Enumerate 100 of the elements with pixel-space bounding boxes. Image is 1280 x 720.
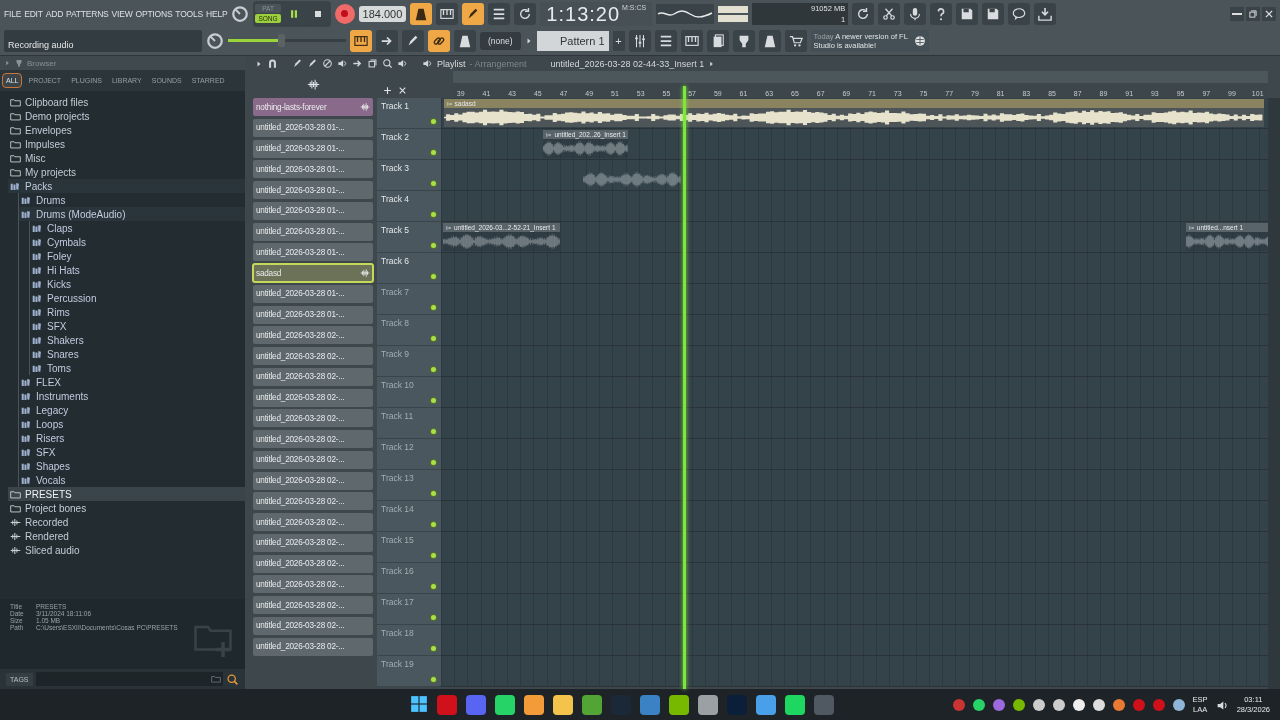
plugin-button[interactable] — [732, 29, 755, 52]
track-led[interactable] — [431, 677, 436, 682]
menu-item[interactable]: PATTERNS — [66, 8, 109, 19]
clip-source[interactable]: untitled_2026-03-28 02-... — [253, 471, 373, 490]
channel-filter-dropdown[interactable]: (none) — [480, 31, 521, 50]
browser-item[interactable]: FLEX — [19, 375, 245, 389]
clip-source[interactable]: untitled_2026-03-28 02-... — [253, 367, 373, 386]
playlist-context[interactable]: untitled_2026-03-28 02-44-33_Insert 1 — [550, 58, 705, 69]
pitch-button[interactable] — [410, 2, 433, 25]
browser-item[interactable]: Drums (ModeAudio) — [19, 207, 245, 221]
track-led[interactable] — [431, 181, 436, 186]
track-header[interactable]: Track 15 — [377, 532, 441, 563]
track-header[interactable]: Track 9 — [377, 346, 441, 377]
tray-icon[interactable] — [1092, 699, 1105, 711]
tempo-display[interactable]: 184.000 — [358, 5, 407, 22]
app-icon[interactable] — [524, 695, 544, 715]
store-button[interactable] — [784, 29, 807, 52]
browser-item[interactable]: Clipboard files — [8, 95, 245, 109]
menu-item[interactable]: OPTIONS — [135, 8, 173, 19]
piano-roll-button[interactable] — [680, 29, 703, 52]
app-icon[interactable] — [582, 695, 602, 715]
browser-item[interactable]: Legacy — [19, 403, 245, 417]
track-header[interactable]: Track 17 — [377, 594, 441, 625]
track-header[interactable]: Track 14 — [377, 501, 441, 532]
app-icon[interactable] — [437, 695, 457, 715]
track-led[interactable] — [431, 553, 436, 558]
track-header[interactable]: Track 2 — [377, 129, 441, 160]
track-header[interactable]: Track 12 — [377, 439, 441, 470]
track-header[interactable]: Track 13 — [377, 470, 441, 501]
browser-item[interactable]: Loops — [19, 417, 245, 431]
track-led[interactable] — [431, 615, 436, 620]
app-icon[interactable] — [466, 695, 486, 715]
close-button[interactable] — [1262, 6, 1276, 21]
clip-source[interactable]: untitled_2026-03-28 02-... — [253, 492, 373, 511]
add-pattern-button[interactable]: + — [612, 30, 625, 51]
app-icon[interactable] — [698, 695, 718, 715]
app-icon[interactable] — [640, 695, 660, 715]
menu-item[interactable]: HELP — [206, 8, 228, 19]
clip-source[interactable]: untitled_2026-03-28 02-... — [253, 575, 373, 594]
cut-button[interactable] — [878, 2, 901, 25]
clip-source[interactable]: untitled_2026-03-28 02-... — [253, 450, 373, 469]
clip-source[interactable]: sadasd — [253, 264, 373, 282]
record-button[interactable] — [334, 3, 355, 24]
browser-item[interactable]: SFX — [30, 319, 245, 333]
track-led[interactable] — [431, 212, 436, 217]
menu-item[interactable]: FILE — [4, 8, 22, 19]
clip-source[interactable]: untitled_2026-03-28 01-... — [253, 160, 373, 179]
track-led[interactable] — [431, 429, 436, 434]
track-led[interactable] — [431, 522, 436, 527]
pattern-selector[interactable]: Pattern 1 — [536, 30, 609, 51]
clip-source[interactable]: untitled_2026-03-28 01-... — [253, 305, 373, 324]
clip-source[interactable]: untitled_2026-03-28 02-... — [253, 347, 373, 365]
clip-source[interactable]: untitled_2026-03-28 02-... — [253, 554, 373, 573]
track-header[interactable]: Track 8 — [377, 315, 441, 346]
browser-item[interactable]: Risers — [19, 431, 245, 445]
menu-item[interactable]: ADD — [45, 8, 64, 19]
volume-thumb[interactable] — [278, 34, 286, 47]
help-button[interactable] — [930, 2, 953, 25]
minimize-button[interactable] — [1230, 6, 1244, 21]
clip-source[interactable]: untitled_2026-03-28 01-... — [253, 118, 373, 137]
loop-button[interactable] — [514, 2, 537, 25]
browser-item[interactable]: Foley — [30, 249, 245, 263]
tags-field[interactable] — [35, 672, 223, 686]
app-icon[interactable] — [553, 695, 573, 715]
track-led[interactable] — [431, 398, 436, 403]
clip-source[interactable]: untitled_2026-03-28 02-... — [253, 513, 373, 531]
scrollbar[interactable] — [1268, 98, 1280, 689]
draw-button[interactable] — [402, 29, 424, 52]
download-button[interactable] — [1034, 2, 1057, 25]
app-icon[interactable] — [495, 695, 515, 715]
tray-icon[interactable] — [972, 699, 985, 711]
track-led[interactable] — [431, 367, 436, 372]
wait-button[interactable] — [436, 2, 459, 25]
track-led[interactable] — [431, 243, 436, 248]
browser-item[interactable]: Sliced audio — [8, 543, 245, 557]
browser-item[interactable]: Project bones — [8, 501, 245, 515]
render-button[interactable] — [982, 2, 1005, 25]
track-header[interactable]: Track 6 — [377, 253, 441, 284]
track-header[interactable]: Track 3 — [377, 160, 441, 191]
chat-button[interactable] — [1008, 2, 1031, 25]
save-button[interactable] — [956, 2, 979, 25]
tray-icon[interactable] — [1072, 699, 1085, 711]
browser-item[interactable]: Rendered — [8, 529, 245, 543]
track-header[interactable]: Track 1 — [377, 98, 441, 129]
app-icon[interactable] — [669, 695, 689, 715]
tray-icon[interactable] — [1052, 699, 1065, 711]
clip-source[interactable]: nothing-lasts-forever — [253, 98, 373, 116]
tray-icon[interactable] — [1012, 699, 1025, 711]
browser-item[interactable]: Demo projects — [8, 109, 245, 123]
app-icon[interactable] — [756, 695, 776, 715]
track-led[interactable] — [431, 150, 436, 155]
browser-item[interactable]: My projects — [8, 165, 245, 179]
track-header[interactable]: Track 19 — [377, 656, 441, 687]
track-led[interactable] — [431, 336, 436, 341]
clip-source[interactable]: untitled_2026-03-28 01-... — [253, 222, 373, 241]
browser-item[interactable]: Shapes — [19, 459, 245, 473]
browser-item[interactable]: Claps — [30, 221, 245, 235]
metronome-button[interactable] — [454, 29, 476, 52]
browser-item[interactable]: Packs — [8, 179, 245, 193]
clip-source[interactable]: untitled_2026-03-28 02-... — [253, 596, 373, 614]
